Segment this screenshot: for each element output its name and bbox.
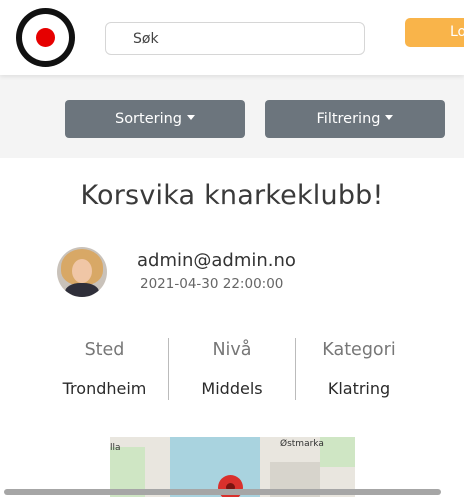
chevron-down-icon bbox=[385, 114, 394, 120]
logo-dot bbox=[36, 28, 55, 47]
avatar-face bbox=[72, 259, 92, 283]
info-value: Middels bbox=[201, 379, 263, 398]
info-value: Trondheim bbox=[62, 379, 147, 398]
navbar: Logg inn bbox=[0, 0, 464, 75]
target-logo-icon[interactable] bbox=[16, 8, 75, 67]
avatar bbox=[57, 247, 107, 297]
search-box[interactable] bbox=[105, 22, 365, 55]
scroll-divider bbox=[4, 489, 441, 495]
logo-ring bbox=[22, 14, 69, 61]
info-location: Sted Trondheim bbox=[41, 340, 168, 398]
info-category: Kategori Klatring bbox=[295, 338, 422, 400]
info-label: Sted bbox=[84, 340, 125, 360]
sort-label: Sortering bbox=[114, 111, 183, 127]
login-button[interactable]: Logg inn bbox=[405, 18, 464, 47]
info-label: Kategori bbox=[322, 340, 396, 360]
post-title: Korsvika knarkeklubb! bbox=[80, 180, 384, 211]
filter-label: Filtrering bbox=[316, 111, 381, 127]
chevron-down-icon bbox=[187, 114, 196, 120]
info-label: Nivå bbox=[212, 340, 252, 360]
info-level: Nivå Middels bbox=[168, 338, 295, 400]
sort-dropdown-button[interactable]: Sortering bbox=[65, 100, 245, 138]
map-label: Østmarka bbox=[280, 439, 324, 449]
map-park bbox=[320, 437, 355, 467]
filter-dropdown-button[interactable]: Filtrering bbox=[265, 100, 445, 138]
info-value: Klatring bbox=[327, 379, 391, 398]
post-date: 2021-04-30 22:00:00 bbox=[140, 276, 284, 292]
avatar-body bbox=[65, 283, 99, 297]
map-label: lla bbox=[110, 443, 121, 453]
filter-bar: Sortering Filtrering bbox=[0, 75, 464, 158]
map[interactable]: lla Østmarka bbox=[110, 437, 355, 497]
search-input[interactable] bbox=[106, 23, 364, 54]
author-email[interactable]: admin@admin.no bbox=[137, 250, 296, 271]
